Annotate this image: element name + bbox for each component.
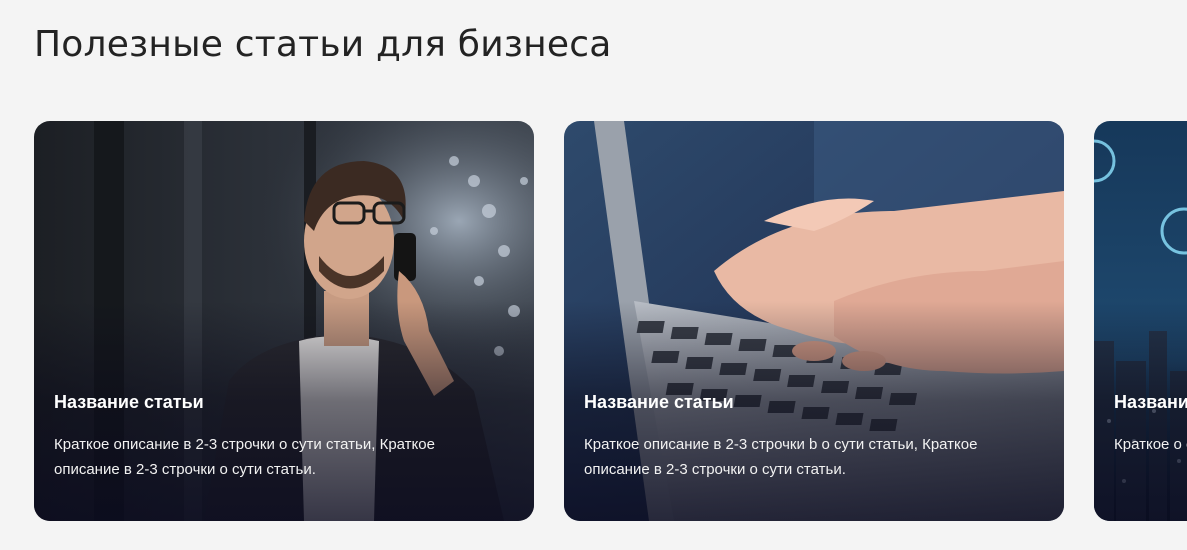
section-title: Полезные статьи для бизнеса xyxy=(34,24,612,65)
articles-section: Полезные статьи для бизнеса Название ста… xyxy=(0,0,1187,550)
card-overlay xyxy=(1094,121,1187,521)
card-text: Название статьи Краткое описание в 2-3 с… xyxy=(54,389,504,482)
articles-carousel: Название статьи Краткое описание в 2-3 с… xyxy=(34,121,1187,521)
card-description: Краткое описание в 2-3 строчки b о сути … xyxy=(584,436,978,478)
article-card[interactable]: Название статьи Краткое описание в 2-3 с… xyxy=(564,121,1064,521)
article-card[interactable]: Названи Краткое о описание xyxy=(1094,121,1187,521)
card-description: Краткое описание в 2-3 строчки о сути ст… xyxy=(54,436,435,478)
card-title[interactable]: Названи xyxy=(1114,389,1187,415)
card-title[interactable]: Название статьи xyxy=(584,389,1034,415)
card-title[interactable]: Название статьи xyxy=(54,389,504,415)
card-text: Названи Краткое о описание xyxy=(1114,389,1187,457)
card-description: Краткое о описание xyxy=(1114,436,1187,453)
article-card[interactable]: Название статьи Краткое описание в 2-3 с… xyxy=(34,121,534,521)
card-text: Название статьи Краткое описание в 2-3 с… xyxy=(584,389,1034,482)
